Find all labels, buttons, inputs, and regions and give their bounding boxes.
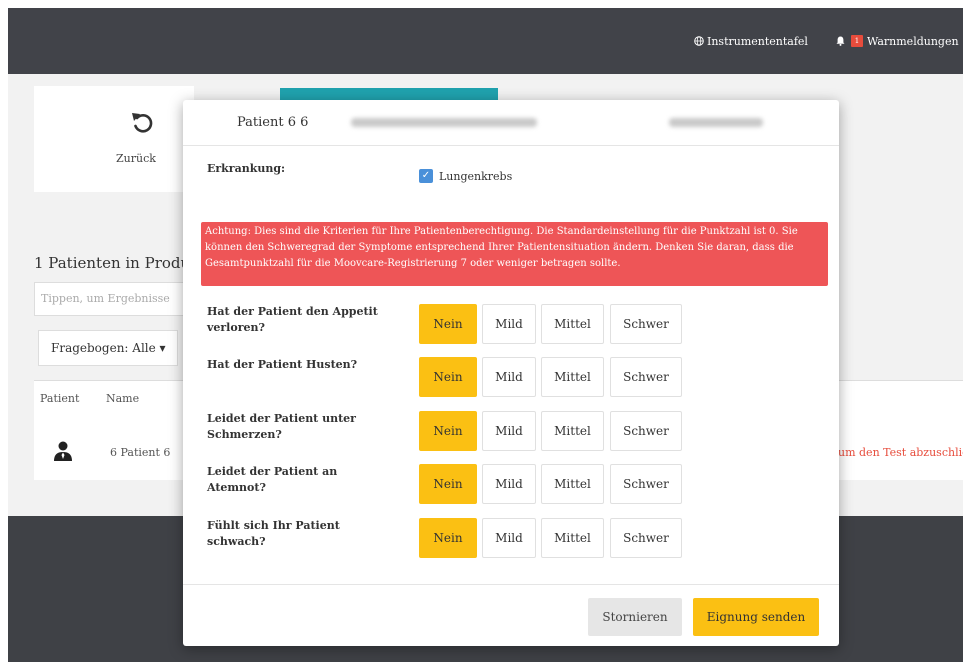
patient-row-name[interactable]: 6 Patient 6 (110, 446, 170, 459)
nav-alerts-link[interactable]: 1 Warnmeldungen (836, 8, 959, 74)
lung-cancer-checkbox[interactable]: ✓ (419, 169, 433, 183)
appetite-option-mittel[interactable]: Mittel (541, 304, 604, 344)
nav-alerts-label: Warnmeldungen (867, 34, 959, 48)
alerts-count-badge: 1 (851, 35, 863, 47)
breathlessness-option-schwer[interactable]: Schwer (610, 464, 682, 504)
table-header-patient: Patient (40, 392, 80, 405)
pain-option-nein[interactable]: Nein (419, 411, 477, 451)
search-input[interactable]: Tippen, um Ergebnisse (34, 282, 194, 316)
question-weakness: Fühlt sich Ihr Patient schwach? (207, 519, 340, 548)
bell-icon (836, 36, 845, 46)
appetite-option-schwer[interactable]: Schwer (610, 304, 682, 344)
redacted-date (669, 118, 763, 127)
eligibility-modal: Patient 6 6 Erkrankung: ✓ Lungenkrebs Ac… (183, 100, 839, 646)
weakness-option-schwer[interactable]: Schwer (610, 518, 682, 558)
pain-option-schwer[interactable]: Schwer (610, 411, 682, 451)
weakness-option-nein[interactable]: Nein (419, 518, 477, 558)
questionnaire-filter-button[interactable]: Fragebogen: Alle ▾ (38, 330, 178, 366)
redacted-email (351, 118, 537, 127)
question-pain: Leidet der Patient unter Schmerzen? (207, 412, 356, 441)
cough-option-mild[interactable]: Mild (482, 357, 536, 397)
top-navbar: Instrumententafel 1 Warnmeldungen (8, 8, 963, 74)
appetite-option-nein[interactable]: Nein (419, 304, 477, 344)
weakness-option-mittel[interactable]: Mittel (541, 518, 604, 558)
undo-icon[interactable] (130, 110, 156, 136)
lung-cancer-label[interactable]: Lungenkrebs (439, 170, 512, 183)
breathlessness-option-mild[interactable]: Mild (482, 464, 536, 504)
breathlessness-option-nein[interactable]: Nein (419, 464, 477, 504)
cough-option-schwer[interactable]: Schwer (610, 357, 682, 397)
back-card[interactable] (34, 86, 194, 192)
question-appetite: Hat der Patient den Appetit verloren? (207, 305, 378, 334)
pain-option-mild[interactable]: Mild (482, 411, 536, 451)
cancel-button[interactable]: Stornieren (588, 598, 682, 636)
question-cough: Hat der Patient Husten? (207, 358, 358, 371)
complete-test-link[interactable]: um den Test abzuschlie (838, 446, 963, 459)
modal-title: Patient 6 6 (237, 115, 309, 130)
appetite-option-mild[interactable]: Mild (482, 304, 536, 344)
question-breathlessness: Leidet der Patient an Atemnot? (207, 465, 338, 494)
submit-eligibility-button[interactable]: Eignung senden (693, 598, 819, 636)
teal-tab[interactable] (280, 88, 498, 100)
cough-option-nein[interactable]: Nein (419, 357, 477, 397)
globe-icon (694, 36, 704, 46)
weakness-option-mild[interactable]: Mild (482, 518, 536, 558)
disease-label: Erkrankung: (207, 162, 286, 175)
breathlessness-option-mittel[interactable]: Mittel (541, 464, 604, 504)
modal-footer-divider (183, 584, 839, 585)
nav-dashboard-link[interactable]: Instrumententafel (694, 8, 808, 74)
patients-count-title: 1 Patienten in Product (34, 254, 205, 272)
cough-option-mittel[interactable]: Mittel (541, 357, 604, 397)
criteria-alert: Achtung: Dies sind die Kriterien für Ihr… (201, 222, 828, 286)
table-header-name: Name (106, 392, 140, 405)
pain-option-mittel[interactable]: Mittel (541, 411, 604, 451)
nav-dashboard-label: Instrumententafel (707, 34, 808, 48)
modal-header: Patient 6 6 (183, 100, 839, 146)
back-label[interactable]: Zurück (116, 152, 156, 165)
patient-avatar-icon (54, 441, 72, 461)
